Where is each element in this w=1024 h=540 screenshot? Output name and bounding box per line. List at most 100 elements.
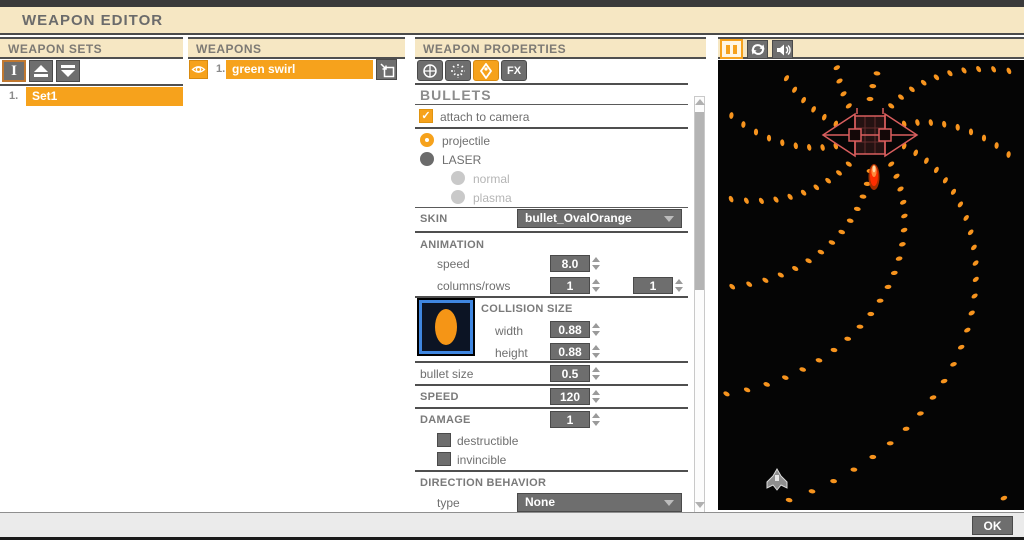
tab-gun[interactable] — [417, 60, 443, 81]
skin-value: bullet_OvalOrange — [525, 211, 632, 225]
top-strip — [0, 0, 1024, 7]
bullet-size-stepper[interactable] — [592, 365, 602, 382]
chevron-down-icon — [664, 500, 674, 506]
laser-normal-label: normal — [473, 172, 510, 186]
divider — [415, 470, 688, 472]
eye-icon — [191, 62, 206, 77]
burst-icon — [450, 63, 466, 79]
laser-label: LASER — [442, 153, 481, 167]
scroll-up-arrow[interactable] — [695, 99, 705, 105]
gun-circle-icon — [422, 63, 438, 79]
anim-speed-stepper[interactable] — [592, 255, 602, 272]
fx-tab-label: FX — [507, 65, 521, 77]
sound-button[interactable] — [772, 40, 793, 59]
divider — [415, 207, 688, 208]
weapons-header: WEAPONS — [188, 37, 405, 59]
title-bar: WEAPON EDITOR — [0, 7, 1024, 35]
collision-height-input[interactable]: 0.88 — [550, 343, 590, 360]
collision-height-stepper[interactable] — [592, 343, 602, 360]
window-title: WEAPON EDITOR — [22, 12, 163, 29]
collision-size-label: COLLISION SIZE — [481, 303, 573, 315]
rows-stepper[interactable] — [675, 277, 685, 294]
scroll-down-arrow[interactable] — [695, 502, 705, 508]
speed-label: SPEED — [420, 391, 459, 403]
collision-width-stepper[interactable] — [592, 321, 602, 338]
columns-input[interactable]: 1 — [550, 277, 590, 294]
laser-normal-radio[interactable] — [451, 171, 465, 185]
scrollbar-thumb[interactable] — [695, 112, 704, 290]
weapon-properties-title: WEAPON PROPERTIES — [423, 42, 566, 56]
bullet-skin-thumbnail — [419, 300, 473, 354]
tab-emitter[interactable] — [445, 60, 471, 81]
divider — [415, 384, 688, 386]
pause-button[interactable] — [720, 39, 743, 59]
bullet-oval-sprite — [435, 309, 457, 345]
laser-plasma-radio[interactable] — [451, 190, 465, 204]
weapon-preview — [718, 60, 1024, 510]
player-ship-sprite — [767, 469, 787, 490]
tab-fx[interactable]: FX — [501, 60, 527, 81]
skin-label: SKIN — [420, 213, 447, 225]
bullet-size-input[interactable]: 0.5 — [550, 365, 590, 382]
invincible-label: invincible — [457, 453, 506, 467]
rows-input[interactable]: 1 — [633, 277, 673, 294]
weapon-visibility-button[interactable] — [189, 60, 208, 79]
direction-type-label: type — [437, 496, 460, 510]
animation-label: ANIMATION — [420, 239, 484, 251]
damage-stepper[interactable] — [592, 411, 602, 428]
divider — [415, 231, 688, 233]
weapon-properties-header: WEAPON PROPERTIES — [415, 37, 706, 59]
speed-stepper[interactable] — [592, 388, 602, 405]
collision-height-label: height — [495, 346, 528, 360]
chevron-down-icon — [664, 216, 674, 222]
tab-bullets[interactable] — [473, 60, 499, 81]
loop-button[interactable] — [747, 40, 768, 59]
collision-width-label: width — [495, 324, 523, 338]
insert-set-button[interactable]: I — [2, 60, 26, 82]
footer-bar — [0, 512, 1024, 537]
damage-input[interactable]: 1 — [550, 411, 590, 428]
direction-type-value: None — [525, 495, 555, 509]
weapons-title: WEAPONS — [196, 42, 262, 56]
text-insert-icon: I — [11, 64, 17, 79]
destructible-checkbox[interactable] — [437, 433, 451, 447]
destructible-label: destructible — [457, 434, 518, 448]
anim-speed-label: speed — [437, 257, 470, 271]
assign-weapon-button[interactable] — [376, 59, 397, 80]
weapon-sets-title: WEAPON SETS — [8, 42, 102, 56]
attach-to-camera-checkbox[interactable]: ✓ — [419, 109, 433, 123]
projectile-radio[interactable] — [420, 133, 434, 147]
direction-type-dropdown[interactable]: None — [517, 493, 682, 512]
eject-up-icon — [33, 64, 49, 78]
move-set-down-button[interactable] — [56, 60, 80, 82]
columns-stepper[interactable] — [592, 277, 602, 294]
laser-plasma-label: plasma — [473, 191, 512, 205]
weapon-row-number: 1. — [216, 63, 225, 75]
weapon-list-item[interactable]: green swirl — [226, 60, 373, 79]
refresh-icon — [750, 42, 766, 57]
bullet-size-label: bullet size — [420, 367, 473, 381]
divider — [0, 84, 183, 86]
collision-width-input[interactable]: 0.88 — [550, 321, 590, 338]
divider — [415, 361, 688, 363]
damage-label: DAMAGE — [420, 414, 471, 426]
pause-icon — [726, 45, 730, 54]
divider — [415, 296, 688, 298]
preview-canvas — [718, 62, 1024, 510]
eject-down-icon — [60, 64, 76, 78]
divider — [415, 104, 688, 105]
speed-input[interactable]: 120 — [550, 388, 590, 405]
move-set-up-button[interactable] — [29, 60, 53, 82]
bullet-icon — [478, 63, 494, 79]
invincible-checkbox[interactable] — [437, 452, 451, 466]
ok-button[interactable]: OK — [972, 516, 1013, 535]
laser-radio[interactable] — [420, 152, 434, 166]
direction-behavior-label: DIRECTION BEHAVIOR — [420, 477, 546, 489]
columns-rows-label: columns/rows — [437, 279, 510, 293]
weapon-sets-header: WEAPON SETS — [0, 37, 183, 59]
anim-speed-input[interactable]: 8.0 — [550, 255, 590, 272]
flame-bullet-sprite — [869, 164, 880, 190]
skin-dropdown[interactable]: bullet_OvalOrange — [517, 209, 682, 228]
divider — [415, 407, 688, 409]
set-list-item[interactable]: Set1 — [26, 87, 183, 106]
